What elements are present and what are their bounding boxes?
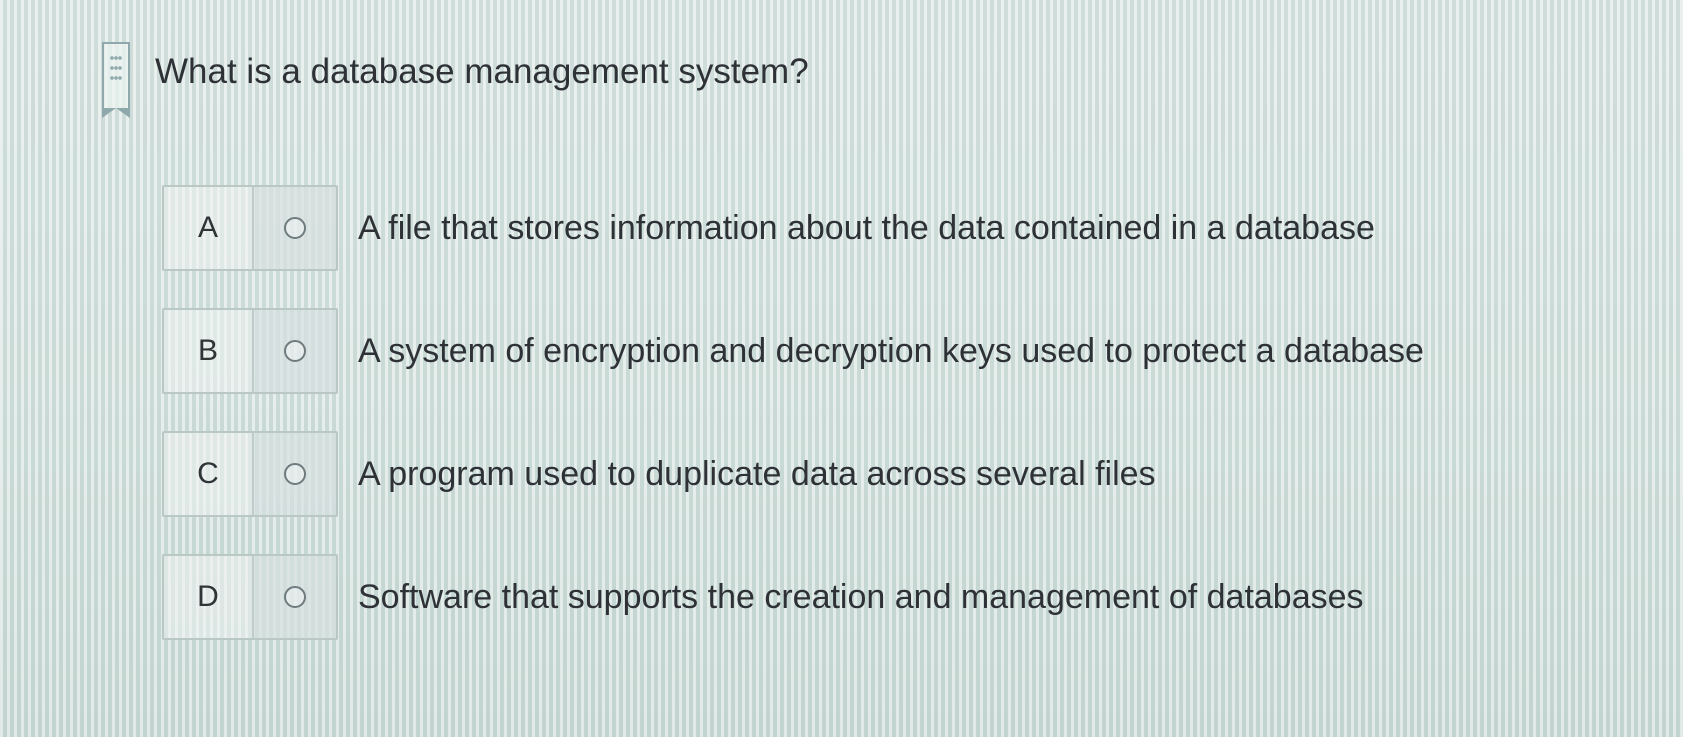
option-selector[interactable]: C <box>162 431 338 517</box>
radio-cell[interactable] <box>254 310 336 392</box>
option-letter: C <box>164 433 254 515</box>
answer-option-a[interactable]: A A file that stores information about t… <box>162 185 1375 271</box>
option-selector[interactable]: A <box>162 185 338 271</box>
option-selector[interactable]: B <box>162 308 338 394</box>
option-letter: D <box>164 556 254 638</box>
bookmark-dots <box>110 56 122 60</box>
option-letter: A <box>164 187 254 269</box>
question-text: What is a database management system? <box>155 52 809 91</box>
radio-cell[interactable] <box>254 433 336 515</box>
bookmark-dots <box>110 76 122 80</box>
bookmark-icon[interactable] <box>102 42 130 118</box>
radio-cell[interactable] <box>254 556 336 638</box>
option-text[interactable]: A system of encryption and decryption ke… <box>358 332 1424 371</box>
answer-option-c[interactable]: C A program used to duplicate data acros… <box>162 431 1156 517</box>
option-selector[interactable]: D <box>162 554 338 640</box>
answer-option-d[interactable]: D Software that supports the creation an… <box>162 554 1364 640</box>
radio-button[interactable] <box>284 586 306 608</box>
bookmark-dots <box>110 66 122 70</box>
radio-button[interactable] <box>284 217 306 239</box>
radio-button[interactable] <box>284 463 306 485</box>
radio-button[interactable] <box>284 340 306 362</box>
radio-cell[interactable] <box>254 187 336 269</box>
option-letter: B <box>164 310 254 392</box>
option-text[interactable]: A program used to duplicate data across … <box>358 455 1156 494</box>
option-text[interactable]: Software that supports the creation and … <box>358 578 1364 617</box>
answer-option-b[interactable]: B A system of encryption and decryption … <box>162 308 1424 394</box>
option-text[interactable]: A file that stores information about the… <box>358 209 1375 248</box>
